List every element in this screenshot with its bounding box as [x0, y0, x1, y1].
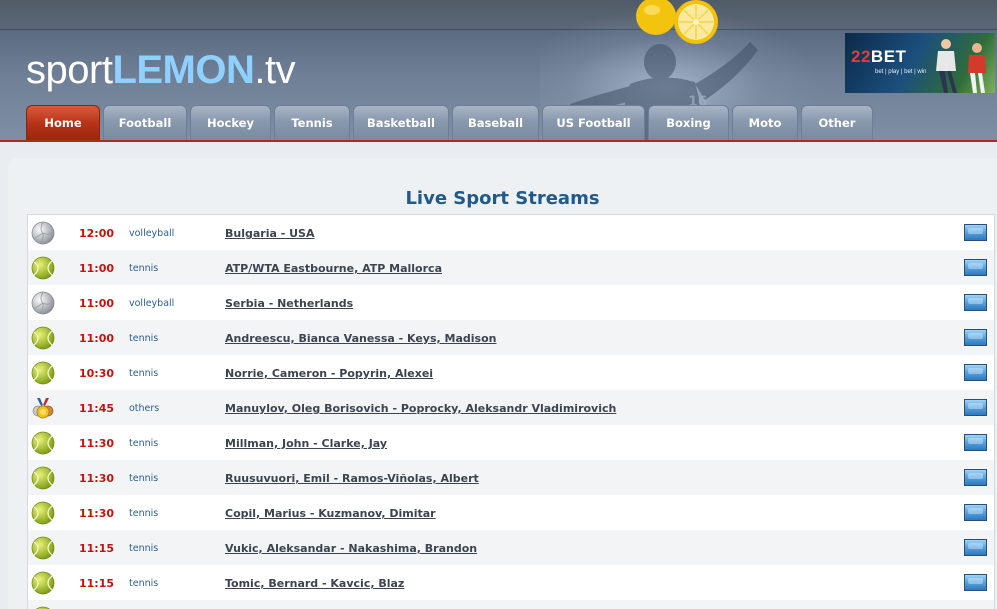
- event-sport: tennis: [129, 473, 159, 484]
- event-time: 11:00: [79, 297, 115, 310]
- tab-football[interactable]: Football: [103, 105, 187, 140]
- tv-stream-icon[interactable]: [964, 294, 987, 311]
- tab-home[interactable]: Home: [26, 105, 100, 140]
- event-row[interactable]: 11:30 tennis Millman, John - Clarke, Jay: [28, 425, 994, 460]
- lemon-slice-icon: [674, 0, 718, 44]
- event-sport: tennis: [129, 333, 159, 344]
- main-content: Live Sport Streams 12:00 volleyball Bulg…: [8, 158, 997, 609]
- event-row[interactable]: 11:30 tennis Copil, Marius - Kuzmanov, D…: [28, 495, 994, 530]
- banner-player-icon: [936, 39, 957, 93]
- nav-underline: [0, 140, 997, 142]
- tennis-ball-icon: [31, 326, 55, 350]
- event-time: 11:15: [79, 577, 115, 590]
- tv-stream-icon[interactable]: [964, 504, 987, 521]
- event-sport: volleyball: [129, 228, 175, 239]
- event-match-link[interactable]: Bulgaria - USA: [225, 227, 315, 240]
- event-match-link[interactable]: Serbia - Netherlands: [225, 297, 353, 310]
- event-time: 12:00: [79, 227, 115, 240]
- medals-icon: [32, 398, 54, 419]
- event-time: 11:00: [79, 332, 115, 345]
- event-sport: tennis: [129, 438, 159, 449]
- tab-moto[interactable]: Moto: [732, 105, 798, 140]
- event-row[interactable]: 11:15 tennis Vukic, Aleksandar - Nakashi…: [28, 530, 994, 565]
- tab-other[interactable]: Other: [801, 105, 873, 140]
- event-time: 11:30: [79, 472, 115, 485]
- tv-stream-icon[interactable]: [964, 539, 987, 556]
- event-row[interactable]: [28, 600, 994, 609]
- tennis-ball-icon: [31, 466, 55, 490]
- volleyball-icon: [31, 291, 55, 315]
- tennis-ball-icon: [31, 431, 55, 455]
- tv-stream-icon[interactable]: [964, 259, 987, 276]
- event-time: 11:30: [79, 507, 115, 520]
- main-nav-tabs: Home Football Hockey Tennis Basketball B…: [26, 105, 876, 140]
- ad-banner-22bet[interactable]: 22BET bet | play | bet | win: [845, 33, 995, 93]
- event-row[interactable]: 11:00 volleyball Serbia - Netherlands: [28, 285, 994, 320]
- tv-stream-icon[interactable]: [964, 399, 987, 416]
- event-sport: tennis: [129, 263, 159, 274]
- header-top-strip: [0, 0, 997, 30]
- event-time: 11:15: [79, 542, 115, 555]
- tv-stream-icon[interactable]: [964, 434, 987, 451]
- event-time: 11:30: [79, 437, 115, 450]
- tv-stream-icon[interactable]: [964, 469, 987, 486]
- tennis-ball-icon: [31, 536, 55, 560]
- event-match-link[interactable]: Millman, John - Clarke, Jay: [225, 437, 387, 450]
- event-row[interactable]: 10:30 tennis Norrie, Cameron - Popyrin, …: [28, 355, 994, 390]
- event-time: 10:30: [79, 367, 115, 380]
- event-sport: tennis: [129, 578, 159, 589]
- event-sport: tennis: [129, 543, 159, 554]
- tennis-ball-icon: [31, 501, 55, 525]
- banner-player2-icon: [968, 43, 986, 93]
- volleyball-icon: [31, 221, 55, 245]
- tv-stream-icon[interactable]: [964, 224, 987, 241]
- event-match-link[interactable]: Andreescu, Bianca Vanessa - Keys, Madiso…: [225, 332, 497, 345]
- tab-us-football[interactable]: US Football: [542, 105, 645, 140]
- event-row[interactable]: 12:00 volleyball Bulgaria - USA: [28, 215, 994, 250]
- event-match-link[interactable]: Copil, Marius - Kuzmanov, Dimitar: [225, 507, 436, 520]
- event-sport: tennis: [129, 508, 159, 519]
- events-table: 12:00 volleyball Bulgaria - USA 11:00 te…: [27, 214, 995, 609]
- tab-basketball[interactable]: Basketball: [353, 105, 449, 140]
- tennis-ball-icon: [31, 361, 55, 385]
- tab-boxing[interactable]: Boxing: [648, 105, 729, 140]
- tab-hockey[interactable]: Hockey: [190, 105, 271, 140]
- event-row[interactable]: 11:00 tennis ATP/WTA Eastbourne, ATP Mal…: [28, 250, 994, 285]
- event-time: 11:00: [79, 262, 115, 275]
- event-sport: others: [129, 403, 160, 414]
- event-time: 11:45: [79, 402, 115, 415]
- event-match-link[interactable]: ATP/WTA Eastbourne, ATP Mallorca: [225, 262, 442, 275]
- event-row[interactable]: 11:00 tennis Andreescu, Bianca Vanessa -…: [28, 320, 994, 355]
- site-logo[interactable]: sportLEMON.tv: [26, 48, 296, 93]
- event-row[interactable]: 11:15 tennis Tomic, Bernard - Kavcic, Bl…: [28, 565, 994, 600]
- tv-stream-icon[interactable]: [964, 329, 987, 346]
- tv-stream-icon[interactable]: [964, 574, 987, 591]
- banner-brand: 22BET: [851, 47, 907, 66]
- logo-text-tv: .tv: [254, 48, 296, 92]
- tennis-ball-icon: [31, 571, 55, 595]
- event-sport: tennis: [129, 368, 159, 379]
- event-match-link[interactable]: Norrie, Cameron - Popyrin, Alexei: [225, 367, 433, 380]
- event-match-link[interactable]: Manuylov, Oleg Borisovich - Poprocky, Al…: [225, 402, 616, 415]
- site-header: 16 sportLEMON.tv 22BET bet | play | bet …: [0, 0, 997, 142]
- event-row[interactable]: 11:30 tennis Ruusuvuori, Emil - Ramos-Vi…: [28, 460, 994, 495]
- page-title: Live Sport Streams: [405, 188, 600, 209]
- event-match-link[interactable]: Vukic, Aleksandar - Nakashima, Brandon: [225, 542, 477, 555]
- tab-baseball[interactable]: Baseball: [452, 105, 539, 140]
- event-sport: volleyball: [129, 298, 175, 309]
- tennis-ball-icon: [31, 256, 55, 280]
- event-match-link[interactable]: Ruusuvuori, Emil - Ramos-Viñolas, Albert: [225, 472, 479, 485]
- banner-slogan: bet | play | bet | win: [875, 69, 927, 75]
- tv-stream-icon[interactable]: [964, 364, 987, 381]
- logo-text-sport: sport: [26, 48, 113, 92]
- event-match-link[interactable]: Tomic, Bernard - Kavcic, Blaz: [225, 577, 404, 590]
- logo-text-lemon: LEMON: [112, 48, 255, 92]
- event-row[interactable]: 11:45 others Manuylov, Oleg Borisovich -…: [28, 390, 994, 425]
- tab-tennis[interactable]: Tennis: [274, 105, 350, 140]
